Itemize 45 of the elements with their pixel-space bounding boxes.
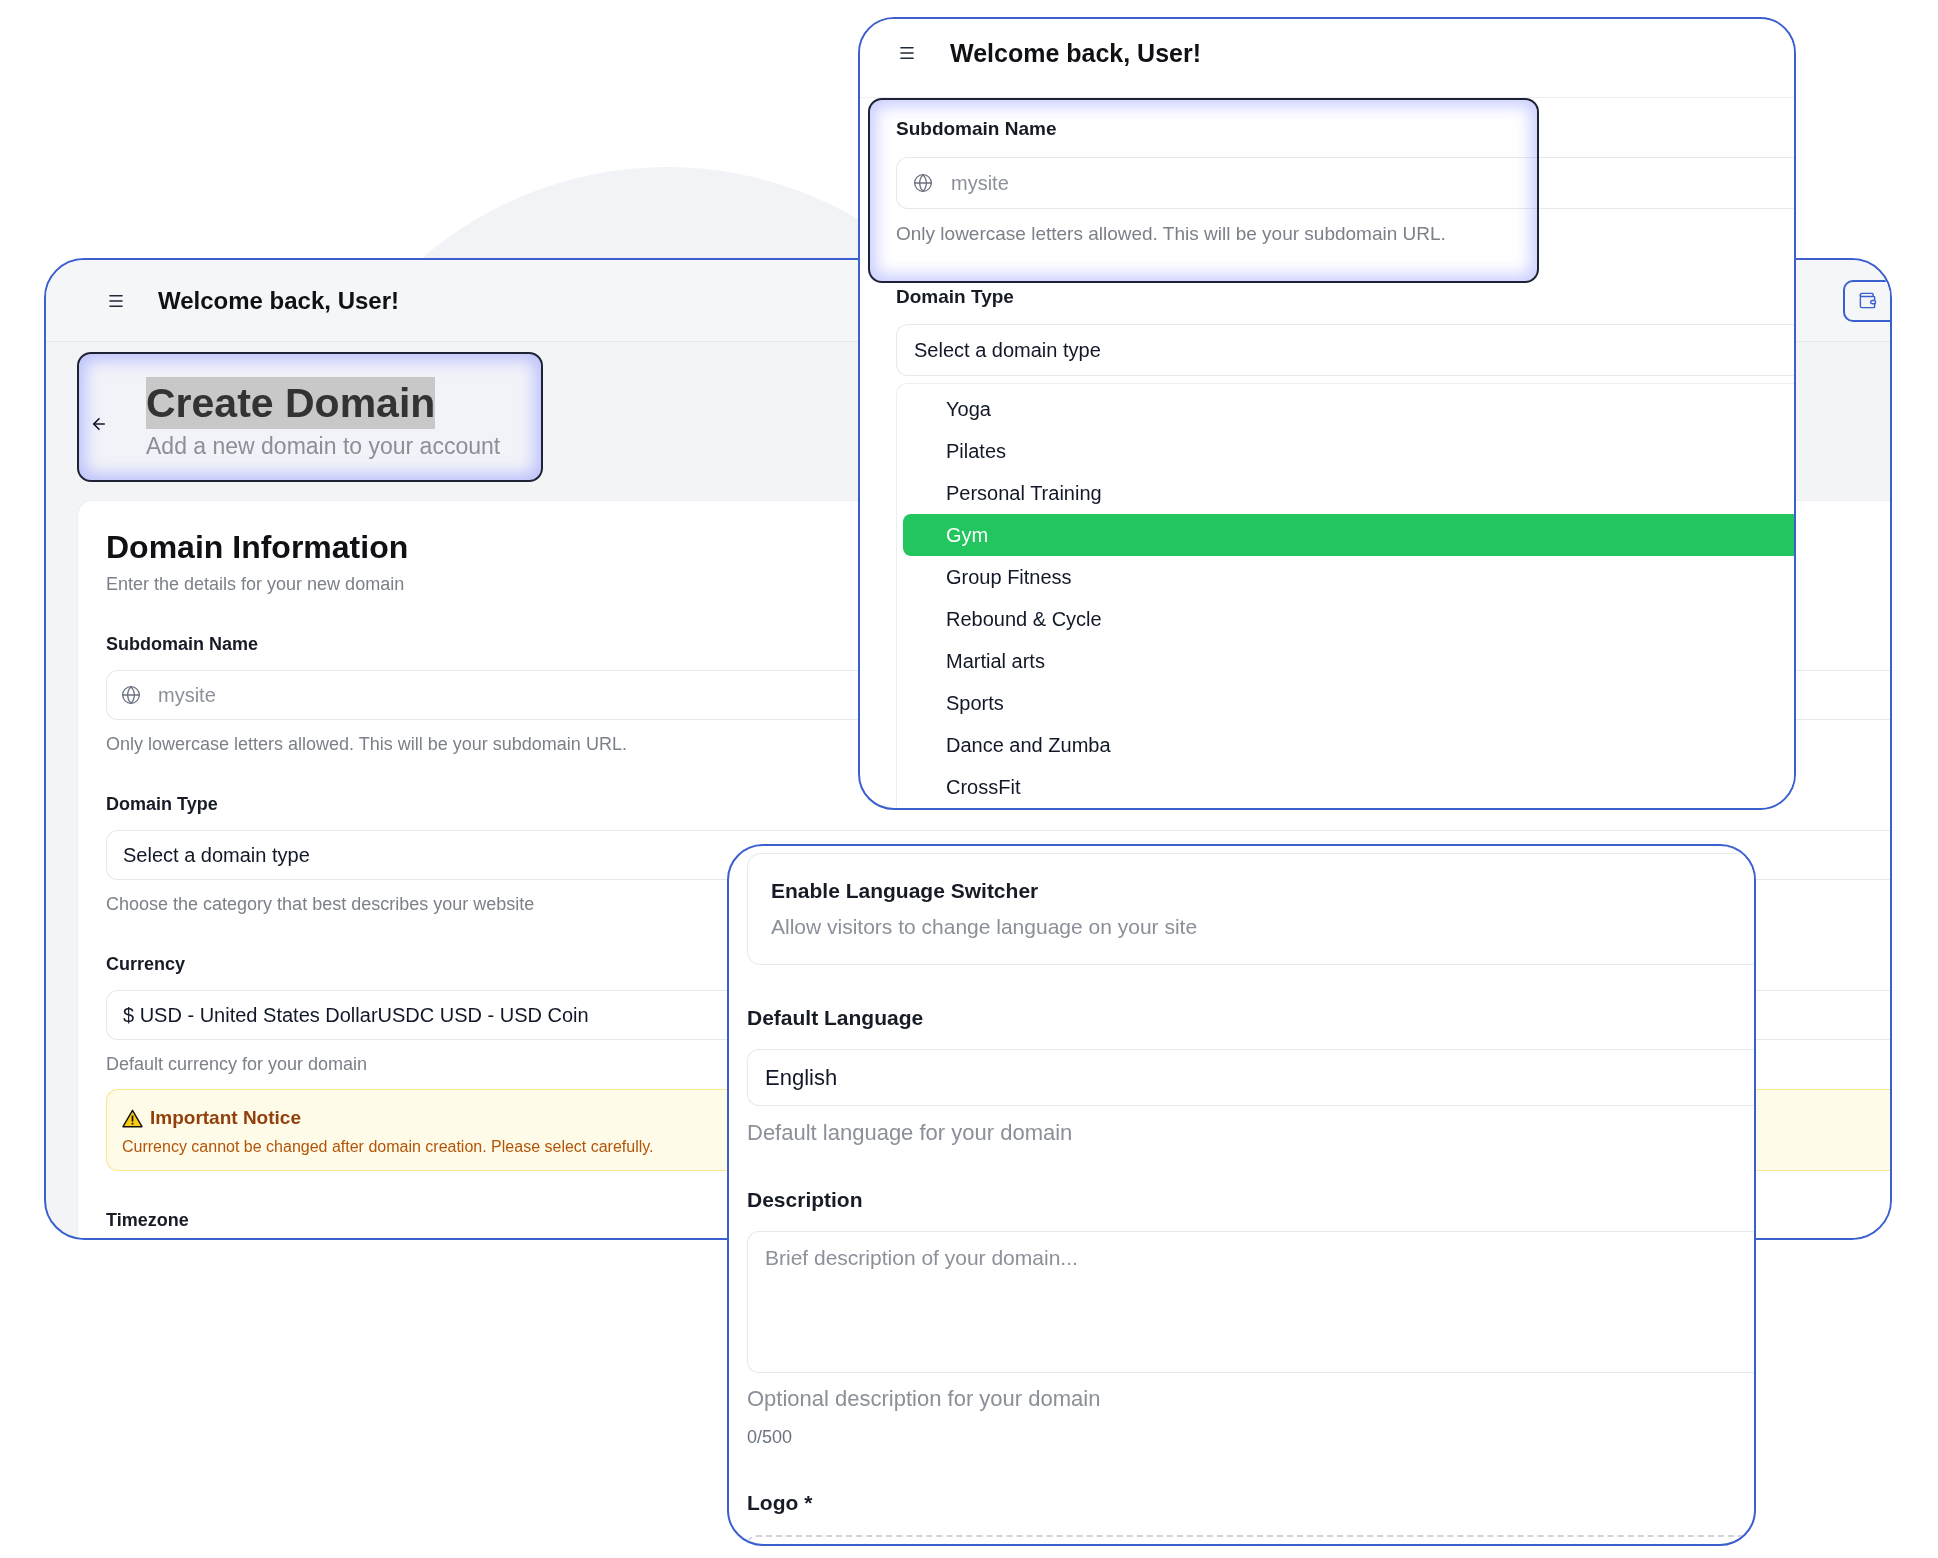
help-text: Choose the category that best describes your website (106, 894, 535, 914)
help-text: Default currency for your domain (106, 1054, 368, 1074)
dropdown-option[interactable]: Personal Training (903, 472, 1794, 514)
help-text: Optional description for your domain (747, 1386, 1101, 1412)
dropdown-option[interactable]: Martial arts (903, 640, 1794, 682)
field-label: Subdomain Name (106, 634, 259, 654)
select-field[interactable]: English (747, 1049, 1754, 1106)
switch-title: Enable Language Switcher (771, 878, 1039, 904)
text-field[interactable]: mysite (896, 157, 1794, 209)
switch-subtitle: Allow visitors to change language on your site (771, 914, 1198, 940)
help-text: Only lowercase letters allowed. This will be your subdomain URL. (106, 734, 627, 754)
dropdown-option[interactable]: Group Fitness (903, 556, 1794, 598)
help-text: Only lowercase letters allowed. This will be your subdomain URL. (896, 223, 1446, 245)
globe-icon (913, 173, 933, 193)
welcome-title: Welcome back, User! (158, 285, 399, 316)
notice-text: Currency cannot be changed after domain creation. Please select carefully. (122, 1137, 654, 1157)
dropdown-option[interactable]: Pilates (903, 430, 1794, 472)
dropdown-option[interactable]: CrossFit (903, 766, 1794, 808)
card-title: Domain Information (106, 528, 409, 567)
globe-icon (121, 685, 141, 705)
field-label: Timezone (106, 1210, 189, 1230)
field-label: Subdomain Name (896, 119, 1057, 139)
field-label: Description (747, 1187, 863, 1213)
description-field[interactable]: Brief description of your domain... (747, 1231, 1754, 1373)
dropdown-option[interactable]: Sports (903, 682, 1794, 724)
page-subtitle: Add a new domain to your account (146, 431, 501, 460)
field-label: Currency (106, 954, 186, 974)
field-label: Logo * (747, 1490, 813, 1516)
wallet-button[interactable] (1843, 279, 1890, 322)
dropdown-option[interactable]: Rebound & Cycle (903, 598, 1794, 640)
dropdown-option[interactable]: Yoga (903, 388, 1794, 430)
menu-icon[interactable] (898, 44, 916, 62)
warning-icon (122, 1108, 143, 1128)
card-subtitle: Enter the details for your new domain (106, 573, 405, 595)
character-counter: 0/500 (747, 1426, 793, 1448)
field-label: Domain Type (106, 794, 218, 814)
welcome-title: Welcome back, User! (950, 38, 1202, 68)
field-label: Domain Type (896, 287, 1014, 307)
help-text: Default language for your domain (747, 1120, 1073, 1146)
wallet-icon (1858, 291, 1877, 310)
dropdown-option[interactable]: Dance and Zumba (903, 724, 1794, 766)
notice-title: Important Notice (150, 1106, 301, 1130)
field-label: Default Language (747, 1005, 924, 1031)
select-field[interactable]: Select a domain type (896, 324, 1794, 376)
page-title: Create Domain (146, 376, 436, 429)
